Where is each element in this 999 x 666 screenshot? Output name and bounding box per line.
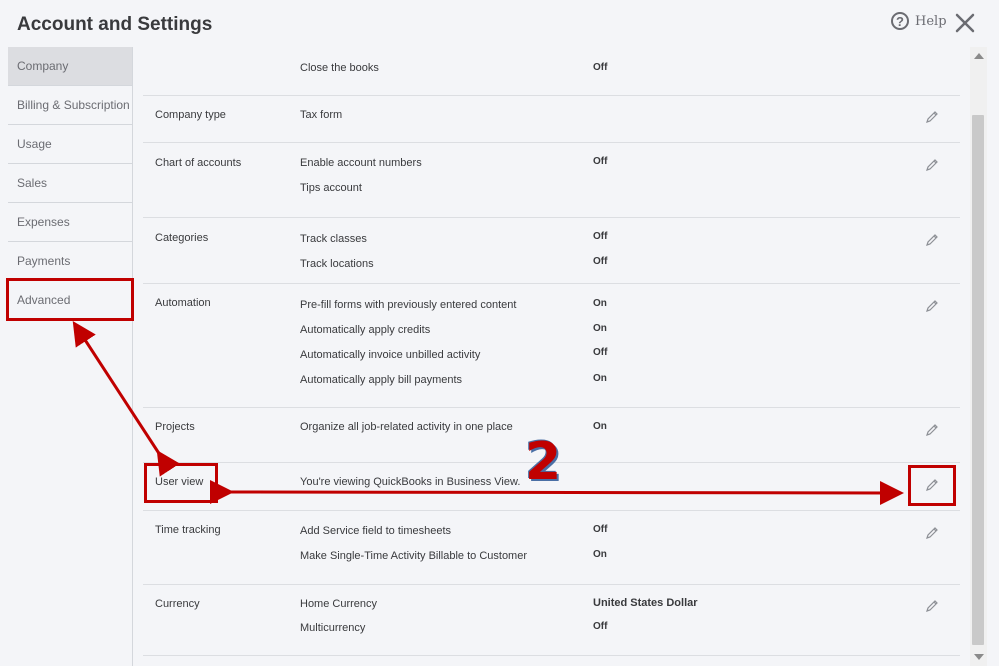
row-value: Off [593, 347, 608, 358]
section-title: Company type [155, 109, 226, 121]
sidebar-item-expenses[interactable]: Expenses [8, 203, 132, 242]
row-label: Enable account numbers [300, 157, 422, 169]
section-title: Currency [155, 598, 200, 610]
row-value: Off [593, 156, 608, 167]
row-value: Off [593, 256, 608, 267]
section-title: Chart of accounts [155, 157, 242, 169]
settings-dialog: Account and Settings ? Help Company Bill… [0, 0, 999, 666]
section-title: Categories [155, 232, 209, 244]
pencil-icon[interactable] [925, 478, 939, 492]
section-time-tracking[interactable]: Time tracking Add Service field to times… [143, 510, 960, 585]
sidebar-item-company[interactable]: Company [8, 47, 132, 86]
row-label: Automatically apply credits [300, 324, 431, 336]
section-company-type[interactable]: Company type Tax form [143, 95, 960, 143]
sidebar-item-payments[interactable]: Payments [8, 242, 132, 281]
row-value: On [593, 421, 607, 432]
pencil-icon[interactable] [925, 110, 939, 124]
scroll-down-arrow-icon[interactable] [974, 654, 984, 660]
help-icon: ? [891, 12, 909, 30]
row-label: Track locations [300, 258, 374, 270]
sidebar-item-advanced[interactable]: Advanced [8, 281, 132, 320]
row-label: Add Service field to timesheets [300, 525, 452, 537]
row-value: Off [593, 524, 608, 535]
row-label: Home Currency [300, 598, 378, 610]
pencil-icon[interactable] [925, 526, 939, 540]
dialog-title: Account and Settings [17, 14, 213, 35]
close-icon[interactable] [953, 11, 977, 35]
section-automation[interactable]: Automation Pre-fill forms with previousl… [143, 283, 960, 408]
vertical-scrollbar[interactable] [970, 47, 987, 666]
row-value: On [593, 323, 607, 334]
section-chart-of-accounts[interactable]: Chart of accounts Enable account numbers… [143, 142, 960, 218]
row-label: Pre-fill forms with previously entered c… [300, 299, 517, 311]
row-value: Off [593, 231, 608, 242]
pencil-icon[interactable] [925, 423, 939, 437]
row-label: Multicurrency [300, 622, 366, 634]
section-title: User view [155, 476, 204, 488]
section-user-view[interactable]: User view You're viewing QuickBooks in B… [143, 462, 960, 511]
row-label: Track classes [300, 233, 367, 245]
section-close-books: Close the books Off [143, 47, 960, 96]
row-value: Off [593, 621, 608, 632]
section-title: Projects [155, 421, 195, 433]
section-categories[interactable]: Categories Track classes Off Track locat… [143, 217, 960, 284]
section-title: Time tracking [155, 524, 221, 536]
scrollbar-thumb[interactable] [972, 115, 984, 645]
sidebar-item-sales[interactable]: Sales [8, 164, 132, 203]
dialog-header: Account and Settings ? Help [0, 0, 999, 47]
section-projects[interactable]: Projects Organize all job-related activi… [143, 407, 960, 463]
row-label: Automatically apply bill payments [300, 374, 463, 386]
pencil-icon[interactable] [925, 233, 939, 247]
sidebar-item-usage[interactable]: Usage [8, 125, 132, 164]
row-value: On [593, 373, 607, 384]
row-label: Tips account [300, 182, 362, 194]
settings-sidebar: Company Billing & Subscription Usage Sal… [8, 47, 133, 666]
row-label: Tax form [300, 109, 343, 121]
row-label: Make Single-Time Activity Billable to Cu… [300, 550, 528, 562]
row-label: Organize all job-related activity in one… [300, 421, 513, 433]
scroll-up-arrow-icon[interactable] [974, 53, 984, 59]
pencil-icon[interactable] [925, 158, 939, 172]
sidebar-item-billing-subscription[interactable]: Billing & Subscription [8, 86, 132, 125]
section-currency[interactable]: Currency Home Currency United States Dol… [143, 584, 960, 656]
row-label: Close the books [300, 62, 379, 74]
row-value: United States Dollar [593, 597, 698, 609]
pencil-icon[interactable] [925, 599, 939, 613]
row-value: On [593, 298, 607, 309]
row-value: On [593, 549, 607, 560]
help-label: Help [915, 13, 947, 29]
row-label: You're viewing QuickBooks in Business Vi… [300, 476, 521, 488]
pencil-icon[interactable] [925, 299, 939, 313]
section-title: Automation [155, 297, 211, 309]
row-value: Off [593, 62, 608, 73]
row-label: Automatically invoice unbilled activity [300, 349, 481, 361]
settings-content: Close the books Off Company type Tax for… [133, 47, 970, 666]
help-button[interactable]: ? Help [891, 12, 947, 30]
